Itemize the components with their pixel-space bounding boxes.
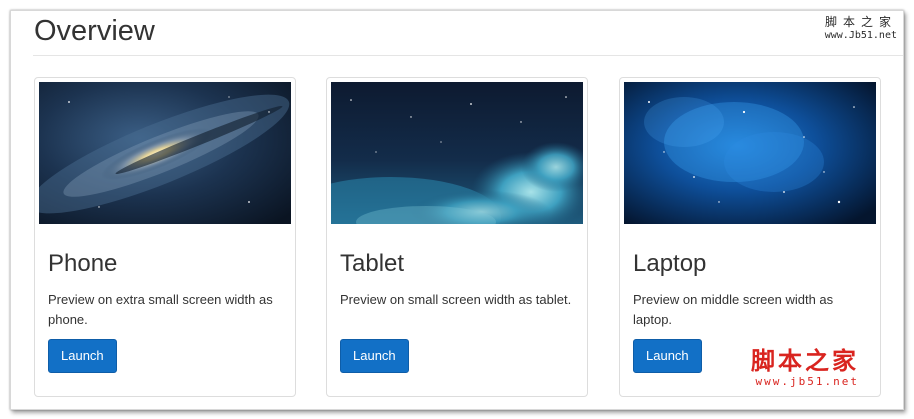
title-divider: [33, 55, 903, 56]
card-tablet: Tablet Preview on small screen width as …: [326, 77, 588, 397]
nebula-clouds-image: [331, 82, 583, 224]
watermark-bottom: 脚本之家 www.jb51.net: [751, 347, 859, 389]
card-description: Preview on extra small screen width as p…: [48, 292, 273, 327]
card-phone: Phone Preview on extra small screen widt…: [34, 77, 296, 397]
card-description: Preview on middle screen width as laptop…: [633, 292, 834, 327]
watermark-top: 脚本之家 www.Jb51.net: [825, 15, 897, 42]
watermark-bottom-text: 脚本之家: [751, 346, 859, 375]
card-description: Preview on small screen width as tablet.: [340, 292, 572, 307]
card-title: Tablet: [340, 250, 405, 277]
blue-starfield-image: [624, 82, 876, 224]
page-title: Overview: [34, 15, 155, 47]
watermark-bottom-url: www.jb51.net: [755, 375, 859, 388]
launch-laptop-button[interactable]: Launch: [633, 339, 702, 373]
watermark-top-url: www.Jb51.net: [824, 30, 897, 41]
card-title: Laptop: [633, 250, 707, 277]
card-title: Phone: [48, 250, 118, 277]
browser-frame: Overview Phone Preview on extra small sc…: [10, 10, 904, 410]
galaxy-image: [39, 82, 291, 224]
watermark-top-text: 脚本之家: [824, 15, 897, 29]
launch-phone-button[interactable]: Launch: [48, 339, 117, 373]
launch-tablet-button[interactable]: Launch: [340, 339, 409, 373]
